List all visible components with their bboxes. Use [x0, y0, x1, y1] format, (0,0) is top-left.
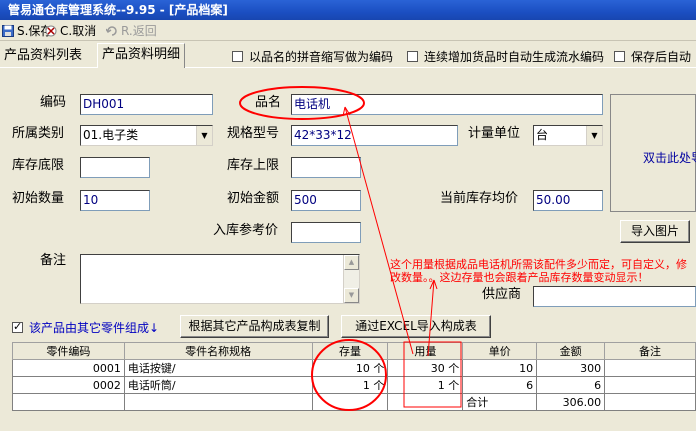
auto-save-label: 保存后自动	[631, 50, 692, 64]
import-image-button[interactable]: 导入图片	[620, 220, 690, 243]
remark-cell[interactable]	[604, 359, 696, 377]
cancel-label: C.取消	[60, 24, 97, 38]
auto-save-checkbox[interactable]	[614, 51, 625, 62]
composed-checkbox[interactable]	[12, 320, 23, 333]
product-image-panel[interactable]: 双击此处导	[610, 94, 696, 212]
chevron-down-icon[interactable]: ▼	[586, 126, 602, 145]
pinyin-code-checkbox[interactable]	[232, 51, 243, 62]
column-header[interactable]: 零件编码	[12, 342, 125, 360]
cancel-icon	[45, 25, 57, 37]
copy-composition-button[interactable]: 根据其它产品构成表复制	[180, 315, 329, 338]
avg-price-label: 当前库存均价	[440, 191, 519, 206]
column-header[interactable]: 单价	[462, 342, 538, 360]
unit-value: 台	[536, 128, 549, 142]
price-cell[interactable]: 10	[462, 359, 538, 377]
avg-price-input[interactable]: 50.00	[533, 190, 603, 211]
part-code-cell[interactable]: 0002	[12, 376, 125, 394]
column-header[interactable]: 用量	[387, 342, 464, 360]
empty-cell[interactable]	[311, 393, 389, 411]
undo-label: R.返回	[121, 24, 157, 38]
tab-product-list[interactable]: 产品资料列表	[0, 45, 86, 67]
table-row[interactable]: 0002 电话听筒/ 1 个 1 个 6 6	[12, 376, 696, 394]
empty-cell[interactable]	[387, 393, 464, 411]
scroll-down-icon[interactable]: ▼	[344, 288, 359, 303]
excel-import-button[interactable]: 通过EXCEL导入构成表	[341, 315, 491, 338]
save-icon	[2, 25, 14, 37]
auto-save-option[interactable]: 保存后自动	[614, 48, 691, 65]
part-name-cell[interactable]: 电话按键/	[123, 359, 313, 377]
unit-label: 计量单位	[468, 126, 521, 141]
toolbar: S.保存 C.取消 R.返回	[0, 21, 696, 41]
remark-scrollbar[interactable]: ▲ ▼	[343, 255, 359, 303]
table-header-row: 零件编码 零件名称规格 存量 用量 单价 金额 备注	[12, 342, 696, 360]
empty-cell[interactable]	[604, 393, 696, 411]
supplier-input[interactable]	[533, 286, 696, 307]
ref-price-label: 入库参考价	[213, 223, 279, 238]
table-total-row: 合计 306.00	[12, 393, 696, 411]
price-cell[interactable]: 6	[462, 376, 538, 394]
empty-cell[interactable]	[123, 393, 313, 411]
init-qty-input[interactable]: 10	[80, 190, 150, 211]
auto-serial-checkbox[interactable]	[407, 51, 418, 62]
cancel-button[interactable]: C.取消	[45, 23, 96, 39]
stock-min-label: 库存底限	[12, 158, 65, 173]
init-amount-input[interactable]: 500	[291, 190, 361, 211]
category-value: 01.电子类	[83, 128, 139, 142]
amount-cell[interactable]: 6	[536, 376, 606, 394]
spec-input[interactable]: 42*33*12	[291, 125, 458, 146]
remark-textarea[interactable]: ▲ ▼	[80, 254, 360, 304]
annotation-note: 这个用量根据成品电话机所需该配件多少而定，可自定义，修改数量。。这边存量也会跟着…	[390, 258, 687, 284]
code-input[interactable]: DH001	[80, 94, 213, 115]
column-header[interactable]: 备注	[604, 342, 696, 360]
usage-cell[interactable]: 30 个	[387, 359, 464, 377]
composed-option[interactable]: 该产品由其它零件组成↓	[12, 319, 159, 336]
stock-cell[interactable]: 1 个	[311, 376, 389, 394]
ref-price-input[interactable]	[291, 222, 361, 243]
tab-row: 产品资料列表 产品资料明细 以品名的拼音缩写做为编码 连续增加货品时自动生成流水…	[0, 42, 696, 68]
tab-product-detail[interactable]: 产品资料明细	[97, 43, 186, 68]
code-label: 编码	[40, 95, 67, 110]
parts-table: 零件编码 零件名称规格 存量 用量 单价 金额 备注 0001 电话按键/ 10…	[12, 342, 696, 411]
image-hint: 双击此处导	[643, 151, 696, 165]
usage-cell[interactable]: 1 个	[387, 376, 464, 394]
undo-button[interactable]: R.返回	[105, 23, 157, 39]
column-header[interactable]: 存量	[311, 342, 389, 360]
spec-label: 规格型号	[227, 126, 280, 141]
name-input[interactable]: 电话机	[291, 94, 603, 115]
stock-cell[interactable]: 10 个	[311, 359, 389, 377]
name-label: 品名	[255, 95, 282, 110]
window-title: 管易通仓库管理系统--9.95 - [产品档案]	[0, 0, 696, 20]
amount-cell[interactable]: 300	[536, 359, 606, 377]
pinyin-code-option[interactable]: 以品名的拼音缩写做为编码	[232, 48, 393, 65]
chevron-down-icon[interactable]: ▼	[196, 126, 212, 145]
init-qty-label: 初始数量	[12, 191, 65, 206]
unit-select[interactable]: 台 ▼	[533, 125, 603, 146]
total-amount: 306.00	[536, 393, 606, 411]
auto-serial-label: 连续增加货品时自动生成流水编码	[424, 50, 605, 64]
scroll-up-icon[interactable]: ▲	[344, 255, 359, 270]
init-amount-label: 初始金额	[227, 191, 280, 206]
stock-min-input[interactable]	[80, 157, 150, 178]
undo-icon	[105, 25, 118, 37]
category-label: 所属类别	[12, 126, 65, 141]
part-code-cell[interactable]: 0001	[12, 359, 125, 377]
supplier-label: 供应商	[482, 287, 522, 302]
composed-label: 该产品由其它零件组成↓	[29, 321, 160, 335]
column-header[interactable]: 金额	[536, 342, 606, 360]
pinyin-code-label: 以品名的拼音缩写做为编码	[249, 50, 394, 64]
table-row[interactable]: 0001 电话按键/ 10 个 30 个 10 300	[12, 359, 696, 377]
column-header[interactable]: 零件名称规格	[123, 342, 313, 360]
remark-label: 备注	[40, 253, 67, 268]
auto-serial-option[interactable]: 连续增加货品时自动生成流水编码	[407, 48, 604, 65]
category-select[interactable]: 01.电子类 ▼	[80, 125, 213, 146]
total-label: 合计	[462, 393, 538, 411]
stock-max-input[interactable]	[291, 157, 361, 178]
part-name-cell[interactable]: 电话听筒/	[123, 376, 313, 394]
empty-cell[interactable]	[12, 393, 125, 411]
stock-max-label: 库存上限	[227, 158, 280, 173]
remark-cell[interactable]	[604, 376, 696, 394]
